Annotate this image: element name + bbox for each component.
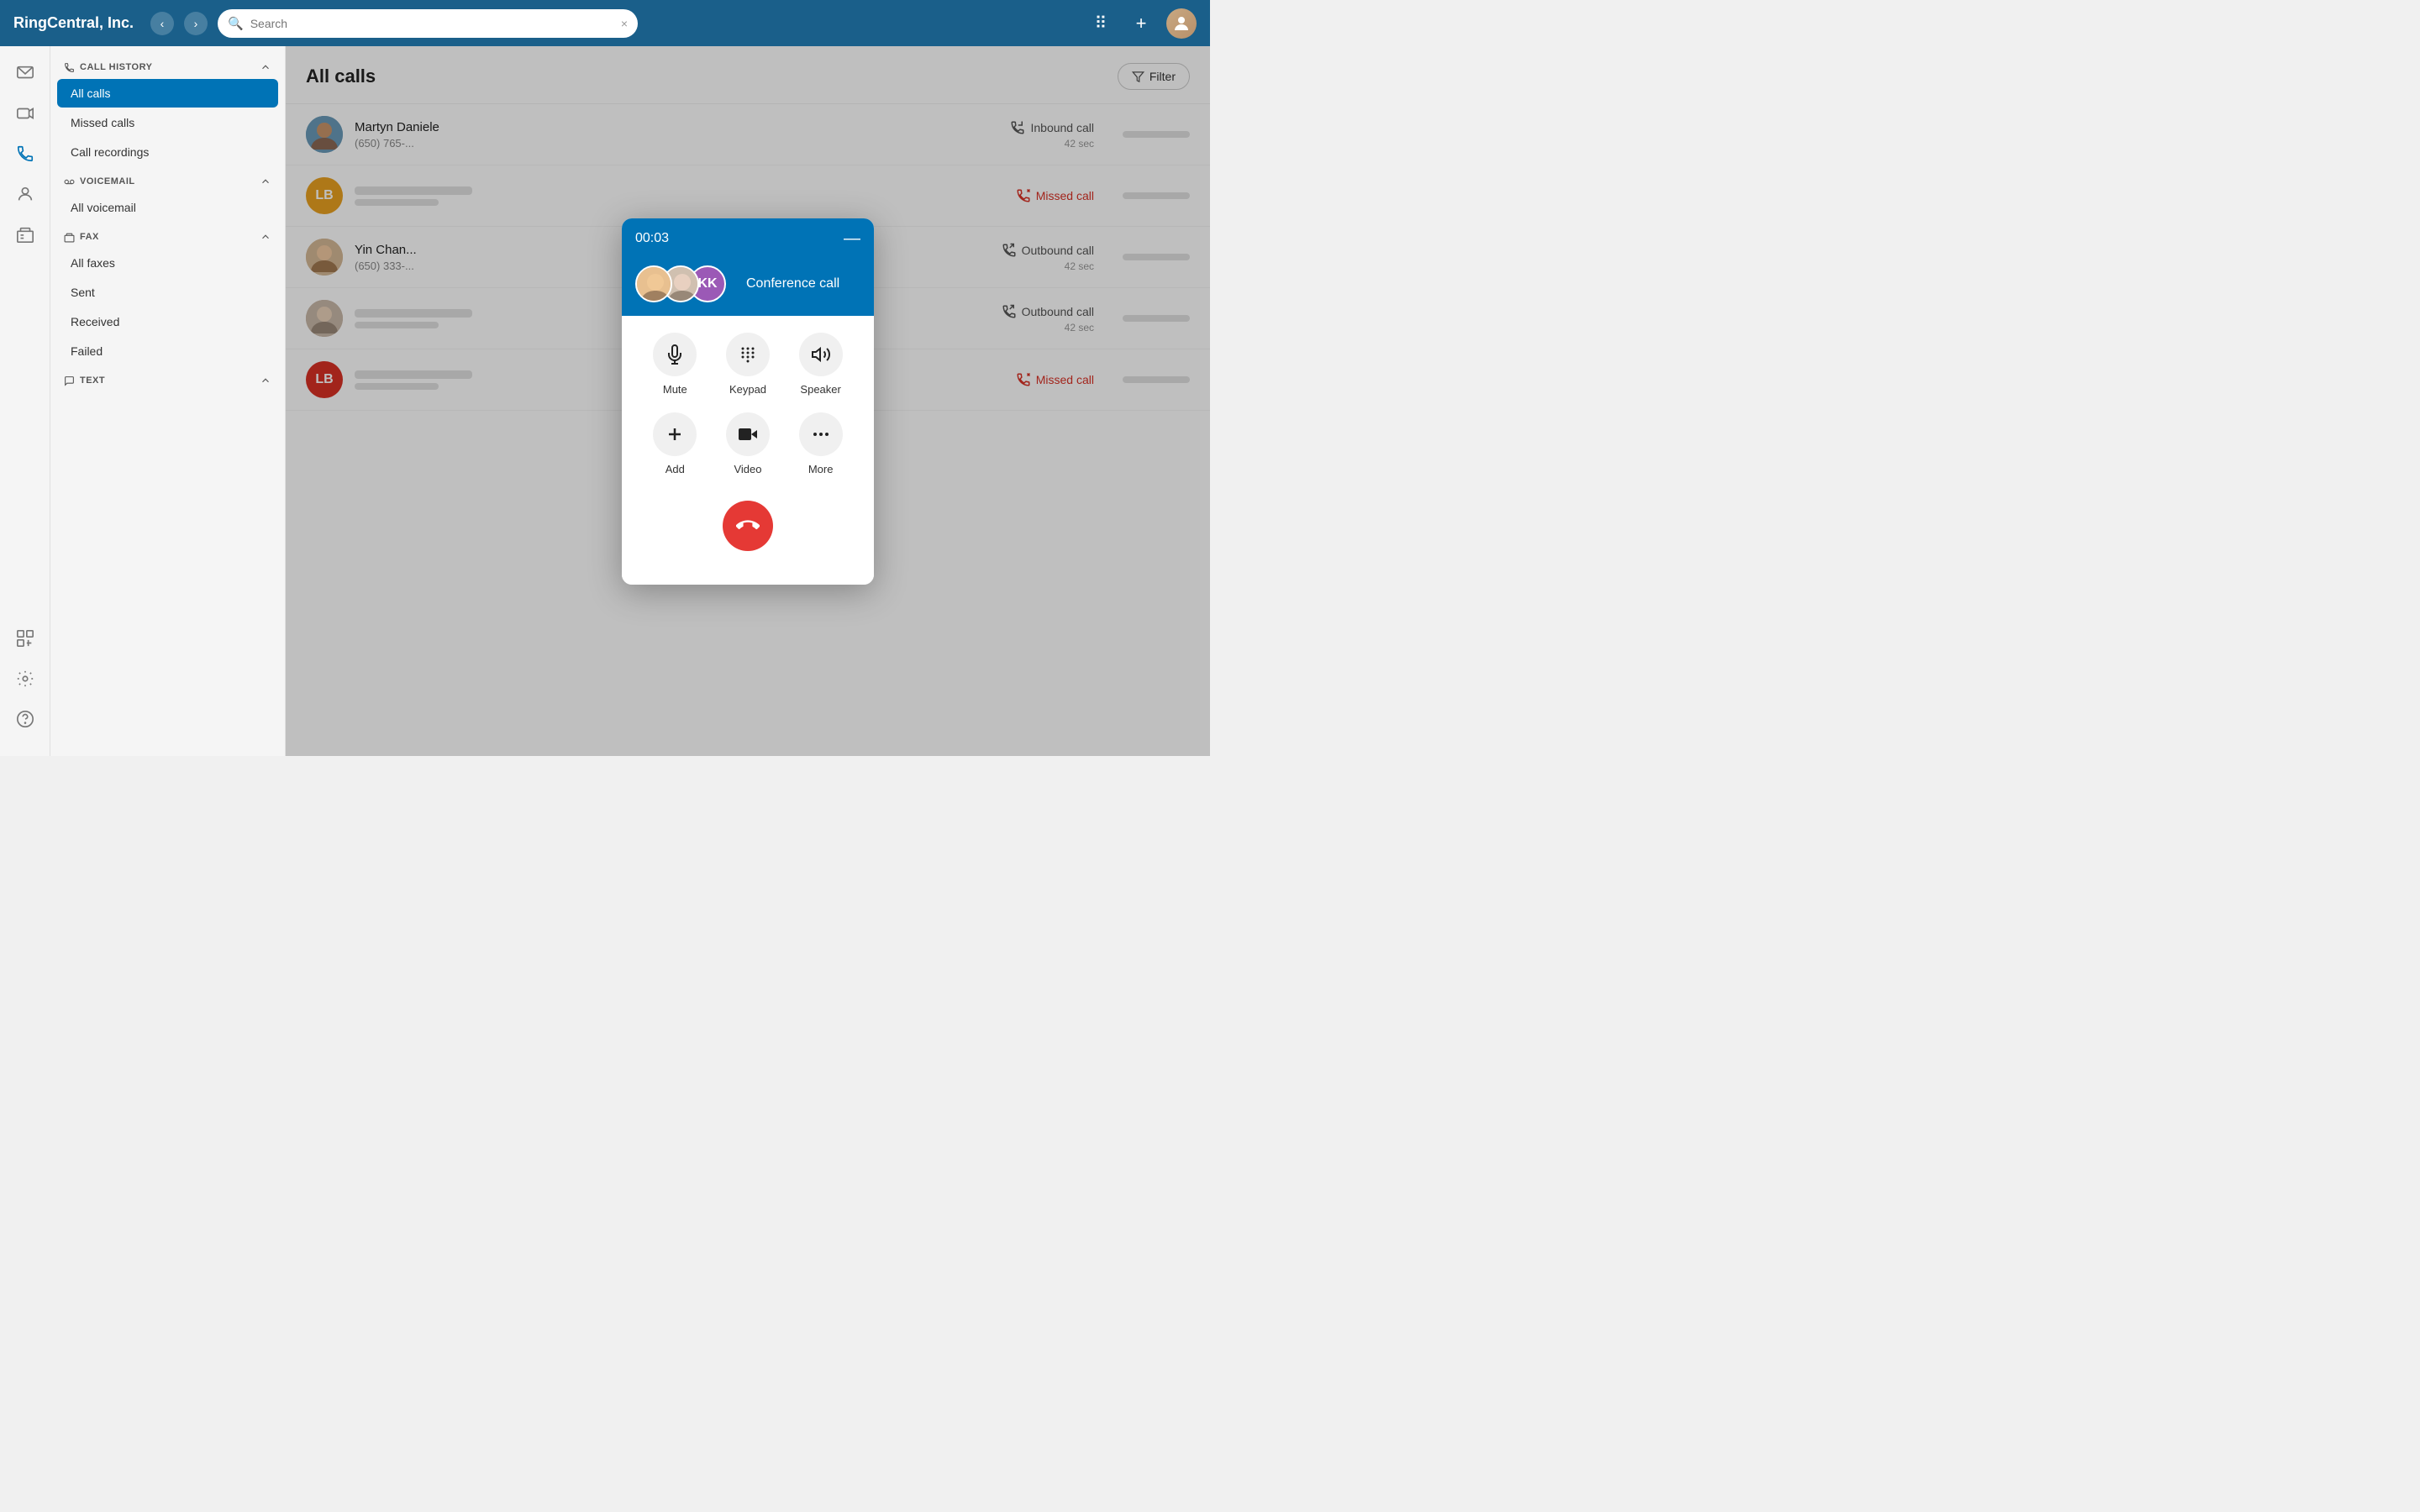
text-collapse-icon[interactable]	[260, 375, 271, 386]
rail-extensions-icon[interactable]	[8, 622, 42, 655]
video-button[interactable]: Video	[726, 412, 770, 475]
text-header: TEXT	[50, 366, 285, 391]
voicemail-collapse-icon[interactable]	[260, 176, 271, 187]
call-modal-participants: KK Conference call	[622, 259, 874, 316]
rail-help-icon[interactable]	[8, 702, 42, 736]
search-icon: 🔍	[228, 16, 244, 31]
call-modal-header: 00:03 —	[622, 218, 874, 259]
icon-rail	[0, 46, 50, 756]
rail-phone-icon[interactable]	[8, 137, 42, 171]
speaker-icon	[811, 344, 831, 365]
topbar-right: ⠿ +	[1086, 8, 1197, 39]
speaker-icon-container	[799, 333, 843, 376]
sidebar-item-all-faxes[interactable]: All faxes	[57, 249, 278, 277]
call-controls-row-2: Add Video More	[639, 412, 857, 475]
collapse-icon[interactable]	[260, 61, 271, 73]
voicemail-header-icon	[64, 176, 75, 187]
modal-overlay[interactable]: 00:03 —	[286, 46, 1210, 756]
fax-header: FAX	[50, 223, 285, 248]
rail-settings-icon[interactable]	[8, 662, 42, 696]
rail-bottom-icons	[8, 622, 42, 746]
user-avatar-icon	[1171, 13, 1192, 34]
call-history-header: CALL HISTORY	[50, 53, 285, 78]
sidebar-item-missed-calls[interactable]: Missed calls	[57, 108, 278, 137]
sidebar-item-all-voicemail[interactable]: All voicemail	[57, 193, 278, 222]
keypad-icon	[738, 344, 758, 365]
add-button[interactable]: +	[1126, 8, 1156, 39]
sidebar-item-received[interactable]: Received	[57, 307, 278, 336]
sidebar-item-failed[interactable]: Failed	[57, 337, 278, 365]
speaker-label: Speaker	[800, 383, 840, 396]
mute-icon	[665, 344, 685, 365]
nav-back-button[interactable]: ‹	[150, 12, 174, 35]
phone-header-icon	[64, 62, 75, 73]
call-modal-body: Mute Keypad	[622, 316, 874, 585]
video-icon-container	[726, 412, 770, 456]
end-call-button[interactable]	[723, 501, 773, 551]
call-modal: 00:03 —	[622, 218, 874, 585]
apps-grid-button[interactable]: ⠿	[1086, 8, 1116, 39]
mute-button[interactable]: Mute	[653, 333, 697, 396]
search-clear-icon[interactable]: ×	[621, 17, 628, 30]
keypad-icon-container	[726, 333, 770, 376]
mute-label: Mute	[663, 383, 687, 396]
video-icon	[738, 424, 758, 444]
sidebar-item-call-recordings[interactable]: Call recordings	[57, 138, 278, 166]
conference-label: Conference call	[746, 276, 839, 291]
keypad-button[interactable]: Keypad	[726, 333, 770, 396]
nav-forward-button[interactable]: ›	[184, 12, 208, 35]
add-button[interactable]: Add	[653, 412, 697, 475]
video-label: Video	[734, 463, 761, 475]
call-history-label: CALL HISTORY	[80, 62, 152, 72]
fax-label: FAX	[80, 232, 99, 242]
rail-messages-icon[interactable]	[8, 56, 42, 90]
speaker-button[interactable]: Speaker	[799, 333, 843, 396]
more-icon-container	[799, 412, 843, 456]
rail-contacts-icon[interactable]	[8, 177, 42, 211]
participant-photo-1	[637, 267, 672, 302]
search-bar: 🔍 ×	[218, 9, 638, 38]
call-minimize-button[interactable]: —	[844, 230, 860, 247]
main-layout: CALL HISTORY All calls Missed calls Call…	[0, 46, 1210, 756]
rail-fax-icon[interactable]	[8, 218, 42, 251]
text-label: TEXT	[80, 375, 105, 386]
voicemail-label: VOICEMAIL	[80, 176, 135, 186]
search-input[interactable]	[250, 17, 614, 30]
call-end-area	[639, 492, 857, 568]
more-icon	[811, 424, 831, 444]
mute-icon-container	[653, 333, 697, 376]
sidebar: CALL HISTORY All calls Missed calls Call…	[50, 46, 286, 756]
call-timer: 00:03	[635, 231, 669, 246]
rail-video-icon[interactable]	[8, 97, 42, 130]
keypad-label: Keypad	[729, 383, 766, 396]
user-avatar[interactable]	[1166, 8, 1197, 39]
fax-collapse-icon[interactable]	[260, 231, 271, 243]
app-logo: RingCentral, Inc.	[13, 14, 134, 32]
voicemail-header: VOICEMAIL	[50, 167, 285, 192]
fax-header-icon	[64, 232, 75, 243]
main-content: All calls Filter Martyn Daniele (650	[286, 46, 1210, 756]
more-button[interactable]: More	[799, 412, 843, 475]
text-header-icon	[64, 375, 75, 386]
end-call-icon	[736, 514, 760, 538]
sidebar-item-sent[interactable]: Sent	[57, 278, 278, 307]
topbar: RingCentral, Inc. ‹ › 🔍 × ⠿ +	[0, 0, 1210, 46]
add-icon	[665, 424, 685, 444]
add-label: Add	[666, 463, 685, 475]
sidebar-item-all-calls[interactable]: All calls	[57, 79, 278, 108]
add-icon-container	[653, 412, 697, 456]
participant-avatar-1	[635, 265, 672, 302]
more-label: More	[808, 463, 834, 475]
call-controls-row-1: Mute Keypad	[639, 333, 857, 396]
